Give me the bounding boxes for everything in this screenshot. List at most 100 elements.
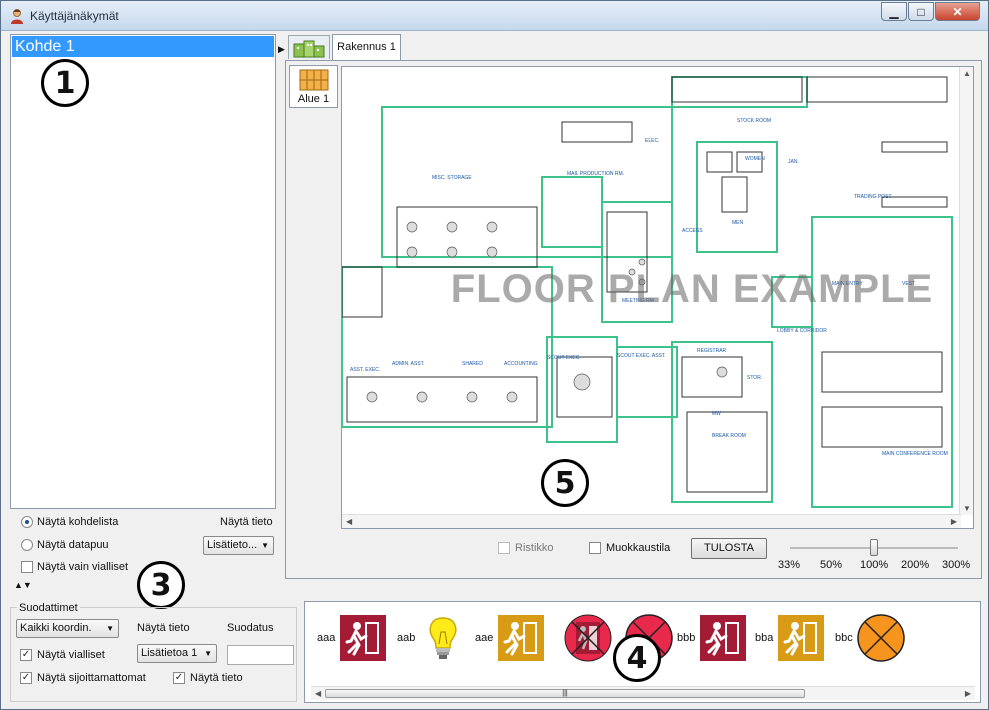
exit-sign-red-icon — [340, 615, 387, 661]
room-label: JAN. — [788, 159, 799, 165]
legend-item-label: bbb — [677, 632, 696, 644]
close-button[interactable]: ✕ — [935, 2, 980, 21]
app-user-icon — [11, 9, 23, 24]
legend-item[interactable] — [560, 614, 612, 662]
radio-unselected-icon — [21, 539, 33, 551]
maximize-button[interactable]: □ — [908, 2, 934, 21]
light-bulb-icon — [429, 617, 457, 659]
annotation-marker-3: 3 — [137, 561, 185, 609]
annotation-marker-1: 1 — [41, 59, 89, 107]
check-show-info-label: Näytä tieto — [190, 672, 243, 684]
room-label: STOR. — [747, 375, 762, 381]
close-icon: ✕ — [952, 4, 963, 19]
checkbox-icon — [498, 542, 510, 554]
checkbox-icon — [589, 542, 601, 554]
window-title: Käyttäjänäkymät — [30, 9, 119, 23]
room-label: MEN — [732, 220, 744, 226]
scroll-grip-icon: ||| — [562, 690, 568, 697]
tab-alue-1[interactable]: Alue 1 — [289, 65, 338, 108]
info-dropdown-filters-value: Lisätietoa 1 — [141, 647, 198, 659]
scroll-left-icon[interactable]: ◀ — [346, 517, 352, 526]
room-label: ASST. EXEC. — [350, 367, 380, 373]
scroll-down-icon[interactable]: ▼ — [963, 504, 971, 513]
legend-item[interactable]: bba — [755, 614, 825, 662]
radio-show-object-list[interactable]: Näytä kohdelista — [21, 516, 118, 528]
room-label: WOMEN — [745, 156, 765, 162]
legend-item-label: bba — [755, 632, 774, 644]
collapse-toggle-icon[interactable]: ▲▼ — [14, 580, 32, 590]
legend-item-label: aab — [397, 632, 416, 644]
room-label: ELEC. — [645, 138, 659, 144]
chevron-down-icon: ▼ — [106, 624, 114, 633]
room-label: LOBBY & CORRIDOR — [777, 328, 827, 334]
zoom-tick-label: 100% — [860, 559, 889, 571]
plan-horizontal-scrollbar[interactable]: ◀ ▶ — [342, 514, 961, 528]
floor-plan-canvas[interactable]: STOCK ROOM MISC. STORAGE MAIL PRODUCTION… — [341, 66, 974, 529]
annotation-marker-5: 5 — [541, 459, 589, 507]
scroll-right-icon[interactable]: ▶ — [951, 517, 957, 526]
zoom-tick-label: 200% — [901, 559, 930, 571]
room-label: SHARED — [462, 361, 483, 367]
building-group-tab[interactable] — [288, 35, 330, 59]
radio-show-data-tree[interactable]: Näytä datapuu — [21, 539, 109, 551]
maximize-icon: □ — [917, 4, 925, 19]
plan-watermark: FLOOR PLAN EXAMPLE — [450, 267, 934, 311]
coordinator-dropdown[interactable]: Kaikki koordin. ▼ — [16, 619, 119, 638]
legend-item[interactable]: aaa — [317, 614, 387, 662]
check-show-faulty[interactable]: ✓ Näytä vialliset — [20, 649, 105, 661]
legend-item-label: bbc — [835, 632, 853, 644]
check-show-unplaced[interactable]: ✓ Näytä sijoittamattomat — [20, 672, 146, 684]
title-bar: Käyttäjänäkymät ▁ □ ✕ — [1, 1, 988, 31]
panel-splitter-arrow-icon[interactable]: ▶ — [278, 43, 285, 55]
chevron-down-icon: ▼ — [204, 649, 212, 658]
print-button[interactable]: TULOSTA — [691, 538, 767, 559]
scroll-right-icon[interactable]: ▶ — [965, 689, 971, 698]
coordinator-dropdown-value: Kaikki koordin. — [20, 622, 92, 634]
check-show-unplaced-label: Näytä sijoittamattomat — [37, 672, 146, 684]
tab-rakennus-1[interactable]: Rakennus 1 — [332, 34, 401, 61]
zoom-tick-label: 33% — [778, 559, 801, 571]
info-dropdown-filters[interactable]: Lisätietoa 1 ▼ — [137, 644, 217, 663]
filter-input[interactable] — [227, 645, 294, 665]
legend-scroll-thumb[interactable]: ||| — [325, 689, 805, 698]
radio-show-object-list-label: Näytä kohdelista — [37, 516, 119, 528]
zoom-tick-label: 300% — [942, 559, 971, 571]
legend-item-label: aaa — [317, 632, 336, 644]
object-tree-panel[interactable]: Kohde 1 — [10, 34, 276, 509]
edit-mode-checkbox-label: Muokkaustila — [606, 542, 671, 554]
plan-vertical-scrollbar[interactable]: ▲ ▼ — [959, 67, 973, 515]
room-label: MAIN CONFERENCE ROOM — [882, 451, 948, 457]
checkbox-checked-icon: ✓ — [20, 649, 32, 661]
legend-horizontal-scrollbar[interactable]: ◀ ||| ▶ — [311, 686, 975, 700]
legend-item[interactable]: aab — [397, 614, 467, 662]
grid-checkbox[interactable]: Ristikko — [498, 542, 554, 554]
checkbox-icon — [21, 561, 33, 573]
legend-item[interactable]: bbc — [835, 614, 905, 662]
check-show-faulty-only[interactable]: Näytä vain vialliset — [21, 561, 128, 573]
info-dropdown-left[interactable]: Lisätieto... ▼ — [203, 536, 274, 555]
room-label: ACCOUNTING — [504, 361, 538, 367]
exit-sign-red-icon — [700, 615, 747, 661]
area-grid-icon — [299, 69, 329, 91]
zoom-slider-thumb[interactable] — [870, 539, 878, 556]
exit-sign-faulty-icon — [564, 614, 612, 662]
main-window: Käyttäjänäkymät ▁ □ ✕ Kohde 1 ▶ 1 Näytä … — [0, 0, 989, 710]
check-show-info[interactable]: ✓ Näytä tieto — [173, 672, 243, 684]
tree-item-kohde-1[interactable]: Kohde 1 — [12, 36, 274, 57]
legend-item[interactable]: aae — [475, 614, 545, 662]
scroll-up-icon[interactable]: ▲ — [963, 69, 971, 78]
minimize-button[interactable]: ▁ — [881, 2, 907, 21]
room-label: ACCESS — [682, 228, 703, 234]
room-label: MAIL PRODUCTION RM. — [567, 171, 624, 177]
legend-item[interactable]: bbb — [677, 614, 747, 662]
show-info-label-filters: Näytä tieto — [137, 622, 190, 634]
scroll-left-icon[interactable]: ◀ — [315, 689, 321, 698]
room-label: MISC. STORAGE — [432, 175, 472, 181]
info-dropdown-left-value: Lisätieto... — [207, 539, 258, 551]
minimize-icon: ▁ — [889, 4, 899, 19]
room-label: BREAK ROOM — [712, 433, 746, 439]
filtering-label: Suodatus — [227, 622, 274, 634]
exit-sign-yellow-icon — [498, 615, 545, 661]
radio-selected-icon — [21, 516, 33, 528]
edit-mode-checkbox[interactable]: Muokkaustila — [589, 542, 670, 554]
